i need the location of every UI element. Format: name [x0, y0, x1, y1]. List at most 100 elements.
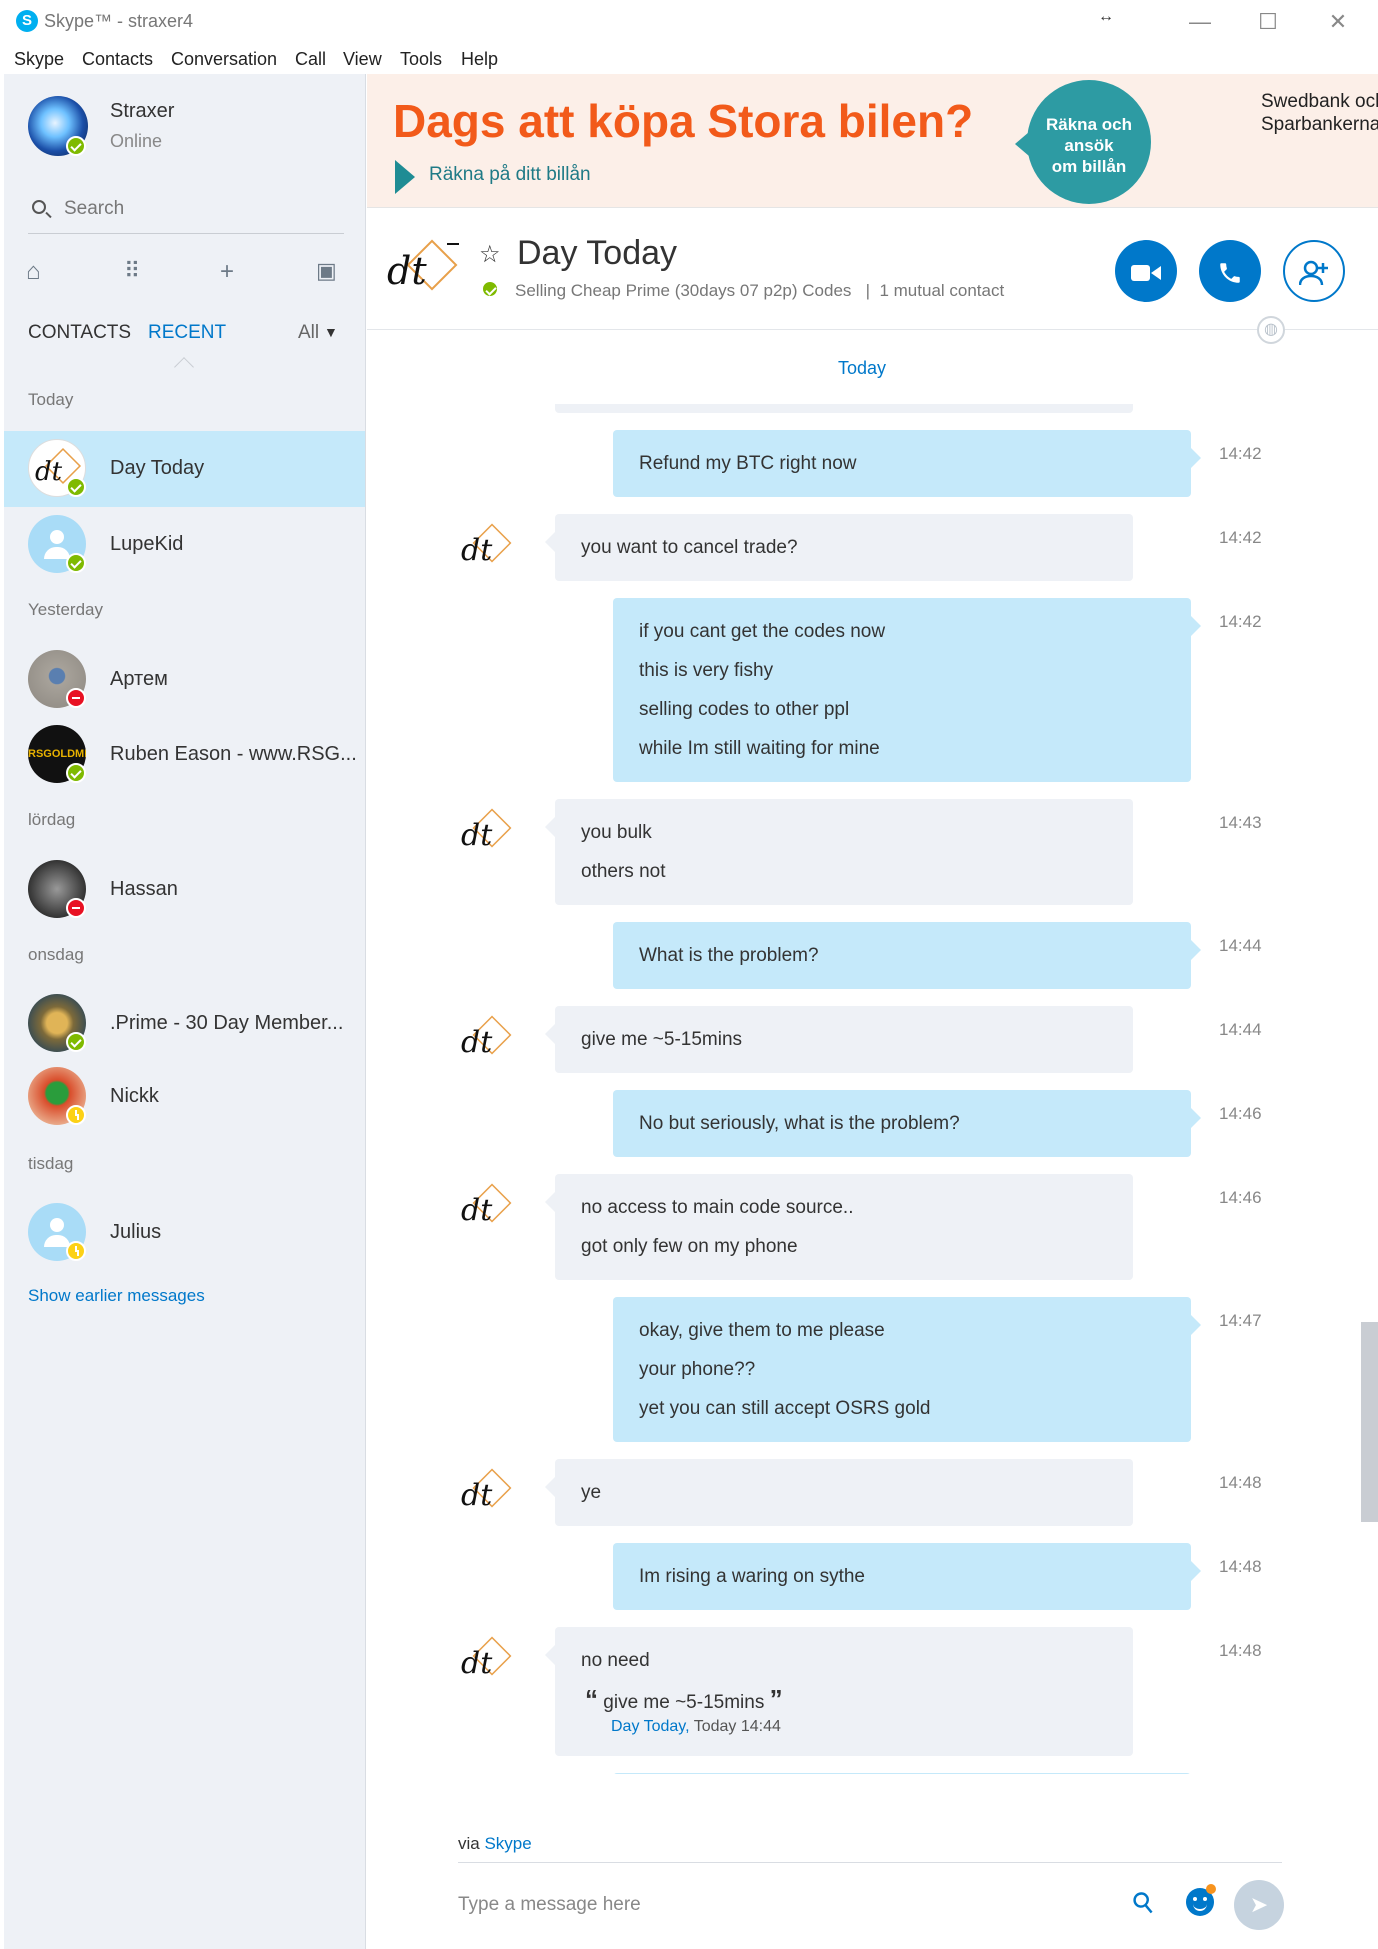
incoming-message[interactable]: no access to main code source.. got only …: [545, 1174, 1133, 1280]
menu-skype[interactable]: Skype: [14, 49, 64, 70]
contact-item-prime[interactable]: .Prime - 30 Day Member...: [4, 986, 365, 1062]
ad-subline: Räkna på ditt billån: [429, 164, 591, 185]
message-timestamp: 14:48: [1219, 1641, 1262, 1660]
home-icon[interactable]: ⌂: [26, 258, 41, 286]
menu-contacts[interactable]: Contacts: [82, 49, 153, 70]
message-text: got only few on my phone: [581, 1236, 798, 1257]
menu-call[interactable]: Call: [295, 49, 326, 70]
sender-avatar[interactable]: dt: [457, 1176, 517, 1236]
sender-avatar[interactable]: dt: [457, 1461, 517, 1521]
svg-text:dt: dt: [461, 1025, 493, 1060]
quote-author-link[interactable]: Day Today,: [611, 1718, 690, 1735]
outgoing-message[interactable]: No but seriously, what is the problem?: [613, 1090, 1201, 1157]
contact-card-icon[interactable]: ▣: [316, 258, 337, 284]
outgoing-message[interactable]: if you cant get the codes now this is ver…: [613, 598, 1201, 782]
online-status-icon: [66, 136, 86, 156]
svg-text:dt: dt: [35, 457, 63, 487]
menu-help[interactable]: Help: [461, 49, 498, 70]
ad-banner[interactable]: Dags att köpa Stora bilen? Räkna på ditt…: [367, 74, 1378, 208]
outgoing-message[interactable]: What is the problem?: [613, 922, 1201, 989]
via-label: via Skype: [458, 1834, 532, 1854]
svg-text:dt: dt: [461, 1478, 493, 1513]
contact-name: Артем: [110, 668, 168, 690]
outgoing-message[interactable]: okay, give them to me please your phone??…: [613, 1297, 1201, 1442]
menu-view[interactable]: View: [343, 49, 382, 70]
tab-contacts[interactable]: CONTACTS: [28, 322, 131, 344]
contact-item-hassan[interactable]: Hassan: [4, 852, 365, 928]
sender-avatar[interactable]: dt: [457, 1629, 517, 1689]
message-text: give me ~5-15mins: [581, 1029, 743, 1050]
close-quote-icon: ”: [769, 1684, 783, 1714]
contact-item-julius[interactable]: Julius: [4, 1195, 365, 1271]
contact-item-day-today[interactable]: dt Day Today: [4, 431, 365, 507]
message-text: this is very fishy: [639, 660, 774, 681]
favorite-star-icon[interactable]: ☆: [479, 240, 501, 269]
outgoing-message[interactable]: ok fine: [613, 1773, 1191, 1774]
svg-text:dt: dt: [461, 818, 493, 853]
sender-avatar[interactable]: dt: [457, 801, 517, 861]
audio-call-button[interactable]: [1199, 240, 1261, 302]
show-earlier-messages-link[interactable]: Show earlier messages: [28, 1286, 205, 1306]
maximize-button[interactable]: ☐: [1240, 4, 1296, 40]
incoming-message[interactable]: no need “ give me ~5-15mins ” Day Today, T…: [545, 1627, 1133, 1756]
open-quote-icon: “: [585, 1684, 598, 1714]
message-timestamp: 14:47: [1219, 1311, 1262, 1330]
message-text: while Im still waiting for mine: [639, 738, 880, 759]
add-icon[interactable]: +: [220, 258, 234, 286]
phone-icon: [1220, 263, 1240, 283]
tab-recent[interactable]: RECENT: [148, 322, 226, 344]
outgoing-message[interactable]: Im rising a waring on sythe: [613, 1543, 1201, 1610]
add-person-icon: [1298, 260, 1328, 286]
contact-item-lupekid[interactable]: LupeKid: [4, 507, 365, 583]
message-pane[interactable]: Today I cant prove you.. dt 14:42 Refund my…: [367, 330, 1378, 1778]
contact-name: Day Today: [110, 457, 205, 479]
menu-bar: Skype Contacts Conversation Call View To…: [0, 44, 1378, 74]
chevron-down-icon[interactable]: ▼: [324, 324, 338, 340]
profile-name[interactable]: Straxer: [110, 100, 174, 123]
conversation-header: dt ☆ Day Today Selling Cheap Prime (30da…: [367, 208, 1378, 344]
mutual-contacts-link[interactable]: 1 mutual contact: [879, 281, 1004, 300]
message-text: if you cant get the codes now: [639, 621, 886, 642]
menu-conversation[interactable]: Conversation: [171, 49, 277, 70]
ad-brand-line: Sparbankerna: [1261, 114, 1378, 135]
incoming-message[interactable]: you bulk others not: [545, 799, 1133, 905]
add-people-button[interactable]: [1283, 240, 1345, 302]
sender-avatar[interactable]: dt: [457, 516, 517, 576]
ad-cta-circle[interactable]: Räkna och ansök om billån: [1015, 80, 1151, 204]
minimize-button[interactable]: —: [1172, 4, 1228, 40]
contact-item-nickk[interactable]: Nickk: [4, 1059, 365, 1135]
message-text: others not: [581, 861, 666, 882]
incoming-message[interactable]: I cant prove you..: [555, 404, 1133, 413]
contact-item-ruben-eason[interactable]: RSGOLDMINE Ruben Eason - www.RSG...: [4, 717, 365, 793]
svg-text:dt: dt: [461, 1646, 493, 1681]
outgoing-message[interactable]: Refund my BTC right now: [613, 430, 1201, 497]
close-button[interactable]: ✕: [1310, 4, 1366, 40]
svg-text:dt: dt: [461, 533, 493, 568]
sender-avatar[interactable]: dt: [457, 1008, 517, 1068]
sender-avatar[interactable]: dt: [457, 404, 517, 408]
quote-time: Today 14:44: [693, 1718, 781, 1735]
search-box[interactable]: Search: [28, 194, 344, 234]
contact-name: LupeKid: [110, 533, 184, 555]
incoming-message[interactable]: you want to cancel trade?: [545, 514, 1133, 581]
quote-meta: Day Today, Today 14:44: [581, 1716, 1107, 1738]
incoming-message[interactable]: give me ~5-15mins: [545, 1006, 1133, 1073]
scrollbar-thumb[interactable]: [1361, 1322, 1378, 1522]
svg-text:dt: dt: [461, 1193, 493, 1228]
conversation-avatar[interactable]: dt: [387, 230, 459, 306]
filter-dropdown[interactable]: All: [298, 322, 319, 344]
message-timestamp: 14:46: [1219, 1188, 1262, 1207]
profile-status[interactable]: Online: [110, 131, 162, 152]
video-call-button[interactable]: [1115, 240, 1177, 302]
message-input[interactable]: Type a message here: [458, 1894, 641, 1916]
dialpad-icon[interactable]: ⠿: [124, 258, 140, 284]
contact-item-artem[interactable]: Артем: [4, 642, 365, 718]
via-skype-link[interactable]: Skype: [484, 1834, 531, 1853]
incoming-message[interactable]: ye: [545, 1459, 1133, 1526]
message-text: ye: [581, 1482, 602, 1503]
paperclip-icon[interactable]: ⚲: [1125, 1883, 1162, 1921]
ad-brand: Swedbank och Sparbankerna: [1261, 90, 1378, 136]
send-button[interactable]: ➤: [1234, 1880, 1284, 1930]
menu-tools[interactable]: Tools: [400, 49, 442, 70]
ad-cta-line: ansök: [1064, 136, 1114, 155]
